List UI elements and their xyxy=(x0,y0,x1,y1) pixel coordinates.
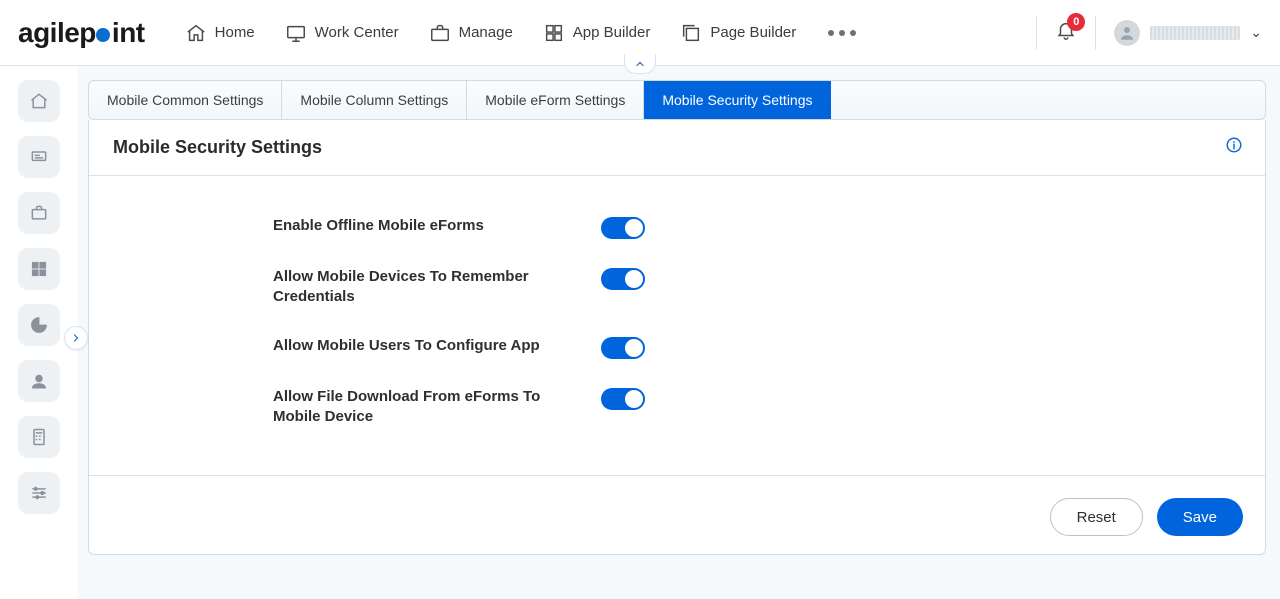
tab-label: Mobile Common Settings xyxy=(107,92,263,108)
left-sidebar xyxy=(0,66,78,599)
toggle-remember-credentials[interactable] xyxy=(601,268,645,290)
toggle-file-download[interactable] xyxy=(601,388,645,410)
info-icon xyxy=(1225,136,1243,154)
nav-home-label: Home xyxy=(215,24,255,41)
settings-tabs: Mobile Common Settings Mobile Column Set… xyxy=(88,80,1266,120)
user-name-placeholder xyxy=(1150,26,1240,40)
tab-label: Mobile Security Settings xyxy=(662,92,812,108)
setting-label: Allow Mobile Users To Configure App xyxy=(273,336,583,356)
sidebar-item-home[interactable] xyxy=(18,80,60,122)
sidebar-item-briefcase[interactable] xyxy=(18,192,60,234)
separator xyxy=(1095,16,1096,50)
save-label: Save xyxy=(1183,509,1217,526)
nav-manage-label: Manage xyxy=(459,24,513,41)
notifications-button[interactable]: 0 xyxy=(1055,19,1077,46)
panel-header: Mobile Security Settings xyxy=(89,120,1265,176)
toggle-enable-offline-eforms[interactable] xyxy=(601,217,645,239)
grid-icon xyxy=(543,22,565,44)
brand-text-2: int xyxy=(112,17,145,49)
briefcase-icon xyxy=(429,22,451,44)
tab-mobile-security[interactable]: Mobile Security Settings xyxy=(644,81,830,119)
person-icon xyxy=(1118,24,1136,42)
topbar-right: 0 ⌄ xyxy=(1036,16,1262,50)
setting-label: Allow File Download From eForms To Mobil… xyxy=(273,387,583,428)
sidebar-item-settings[interactable] xyxy=(18,472,60,514)
panel-footer: Reset Save xyxy=(89,475,1265,554)
info-button[interactable] xyxy=(1225,136,1243,159)
nav-app-builder[interactable]: App Builder xyxy=(543,22,651,44)
sidebar-expand-toggle[interactable] xyxy=(64,326,88,350)
brand-text-1: agilep xyxy=(18,17,96,49)
chevron-up-icon xyxy=(634,58,646,70)
copy-icon xyxy=(680,22,702,44)
avatar-icon xyxy=(1114,20,1140,46)
reset-button[interactable]: Reset xyxy=(1050,498,1143,536)
chevron-down-icon: ⌄ xyxy=(1250,24,1262,41)
nav-app-builder-label: App Builder xyxy=(573,24,651,41)
nav-manage[interactable]: Manage xyxy=(429,22,513,44)
tab-mobile-column[interactable]: Mobile Column Settings xyxy=(282,81,467,119)
nav-more-icon[interactable] xyxy=(828,30,856,36)
settings-list: Enable Offline Mobile eForms Allow Mobil… xyxy=(89,176,1265,475)
setting-remember-credentials: Allow Mobile Devices To Remember Credent… xyxy=(113,267,1241,308)
nav-page-builder-label: Page Builder xyxy=(710,24,796,41)
setting-label: Allow Mobile Devices To Remember Credent… xyxy=(273,267,583,308)
primary-nav: Home Work Center Manage App Builder Page… xyxy=(185,22,857,44)
home-icon xyxy=(185,22,207,44)
page-title: Mobile Security Settings xyxy=(113,137,322,158)
brand-logo: agilep int xyxy=(18,17,145,49)
toggle-configure-app[interactable] xyxy=(601,337,645,359)
monitor-icon xyxy=(285,22,307,44)
brand-dot-icon xyxy=(96,28,110,42)
chevron-right-icon xyxy=(70,332,82,344)
nav-work-center[interactable]: Work Center xyxy=(285,22,399,44)
topbar-collapse-toggle[interactable] xyxy=(624,54,656,74)
setting-configure-app: Allow Mobile Users To Configure App xyxy=(113,336,1241,359)
sidebar-item-calculator[interactable] xyxy=(18,416,60,458)
separator xyxy=(1036,16,1037,50)
main-content: Mobile Common Settings Mobile Column Set… xyxy=(78,66,1280,599)
sidebar-item-presentation[interactable] xyxy=(18,136,60,178)
sidebar-item-apps[interactable] xyxy=(18,248,60,290)
setting-file-download: Allow File Download From eForms To Mobil… xyxy=(113,387,1241,428)
nav-home[interactable]: Home xyxy=(185,22,255,44)
nav-page-builder[interactable]: Page Builder xyxy=(680,22,796,44)
reset-label: Reset xyxy=(1077,509,1116,526)
tab-label: Mobile Column Settings xyxy=(300,92,448,108)
notifications-count: 0 xyxy=(1067,13,1085,31)
sidebar-item-users[interactable] xyxy=(18,360,60,402)
settings-panel: Mobile Security Settings Enable Offline … xyxy=(88,120,1266,555)
save-button[interactable]: Save xyxy=(1157,498,1243,536)
tab-mobile-eform[interactable]: Mobile eForm Settings xyxy=(467,81,644,119)
tab-label: Mobile eForm Settings xyxy=(485,92,625,108)
nav-work-center-label: Work Center xyxy=(315,24,399,41)
setting-enable-offline-eforms: Enable Offline Mobile eForms xyxy=(113,216,1241,239)
user-menu[interactable]: ⌄ xyxy=(1114,20,1262,46)
sidebar-item-reports[interactable] xyxy=(18,304,60,346)
setting-label: Enable Offline Mobile eForms xyxy=(273,216,583,236)
tab-mobile-common[interactable]: Mobile Common Settings xyxy=(89,81,282,119)
